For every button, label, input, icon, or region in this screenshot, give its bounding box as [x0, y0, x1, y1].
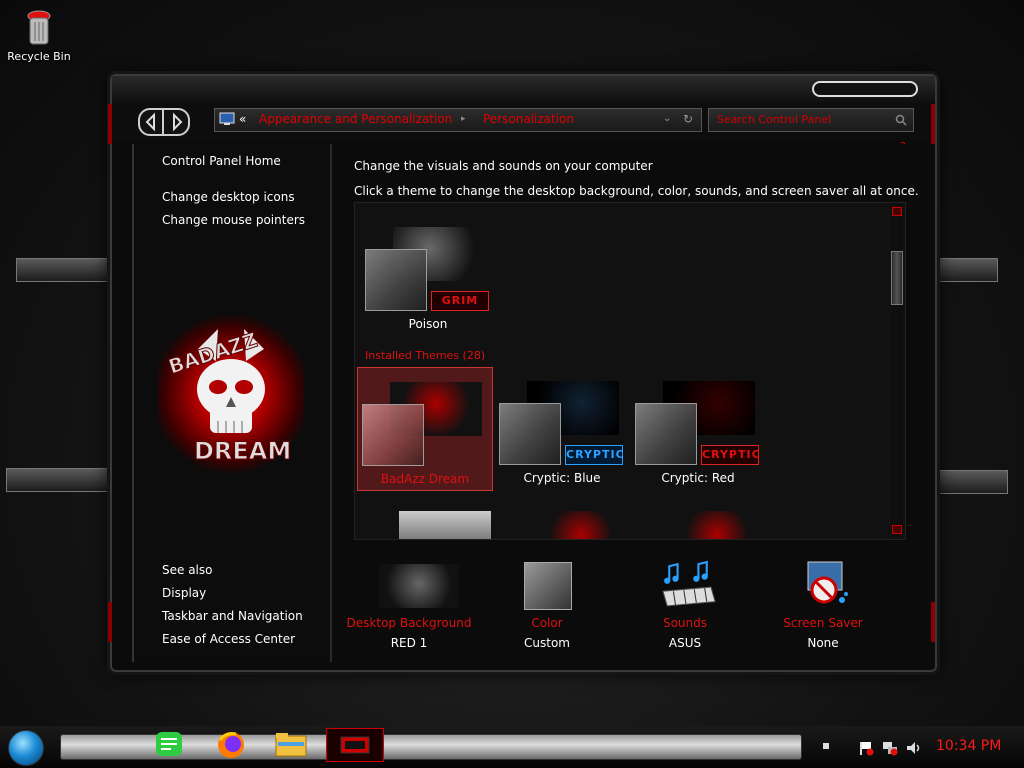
side-accent-left-bottom: [108, 602, 112, 642]
side-accent-right-bottom: [931, 602, 935, 642]
sidebar-change-mouse-pointers[interactable]: Change mouse pointers: [162, 213, 305, 227]
desktop-background-setting[interactable]: Desktop Background RED 1: [344, 560, 474, 656]
address-dropdown-icon[interactable]: ⌄: [663, 113, 671, 124]
theme-color-swatch: [499, 403, 561, 465]
taskbar-file-explorer[interactable]: [272, 728, 310, 760]
search-placeholder: Search Control Panel: [717, 113, 832, 126]
theme-badge: GRIM: [431, 291, 489, 311]
breadcrumb-separator: ▸: [461, 114, 466, 124]
title-bar[interactable]: [112, 76, 935, 104]
scroll-down-button[interactable]: [892, 525, 902, 534]
scroll-up-button[interactable]: [892, 207, 902, 216]
sounds-keyboard-icon: [662, 560, 716, 607]
personalization-window: « Appearance and Personalization ▸ Perso…: [108, 74, 937, 672]
taskbar-clock[interactable]: 10:34 PM: [936, 738, 1001, 754]
forward-arrow-icon: [173, 112, 183, 132]
volume-icon[interactable]: [905, 740, 921, 756]
sidebar-taskbar-navigation[interactable]: Taskbar and Navigation: [162, 609, 303, 623]
window-controls[interactable]: [812, 81, 918, 97]
desktop-background-value: RED 1: [390, 636, 428, 650]
theme-list[interactable]: GRIM Poison Installed Themes (28) BadAzz…: [354, 202, 906, 540]
sidebar-display[interactable]: Display: [162, 586, 206, 600]
taskbar-firefox[interactable]: [212, 728, 250, 760]
search-box[interactable]: Search Control Panel: [708, 108, 914, 132]
notes-app-icon: [156, 732, 182, 756]
main-content: Change the visuals and sounds on your co…: [344, 144, 924, 664]
sounds-setting[interactable]: Sounds ASUS: [620, 560, 750, 656]
color-swatch-icon: [524, 562, 572, 610]
theme-poison[interactable]: GRIM Poison: [361, 213, 495, 335]
theme-name: Poison: [408, 317, 448, 331]
theme-cryptic-blue[interactable]: CRYPTIC Cryptic: Blue: [495, 367, 629, 489]
theme-color-swatch: [362, 404, 424, 466]
show-hidden-icons[interactable]: [823, 743, 829, 749]
screen-saver-value: None: [807, 636, 839, 650]
theme-cryptic-red[interactable]: CRYPTIC Cryptic: Red: [631, 367, 765, 489]
page-heading: Change the visuals and sounds on your co…: [354, 159, 653, 173]
color-value: Custom: [524, 636, 570, 650]
taskbar-notes-app[interactable]: [150, 728, 188, 760]
breadcrumb-appearance[interactable]: Appearance and Personalization: [259, 112, 452, 126]
sidebar-ease-of-access[interactable]: Ease of Access Center: [162, 632, 295, 646]
desktop-deco-right-2: [936, 470, 1008, 494]
screen-saver-label: Screen Saver: [783, 616, 863, 630]
sounds-label: Sounds: [662, 616, 708, 630]
network-icon[interactable]: [882, 740, 898, 756]
theme-name: Cryptic: Red: [661, 471, 735, 485]
scroll-thumb[interactable]: [891, 251, 903, 305]
recycle-bin-icon: [27, 10, 51, 45]
theme-color-swatch: [365, 249, 427, 311]
sidebar-change-desktop-icons[interactable]: Change desktop icons: [162, 190, 295, 204]
file-explorer-icon: [275, 733, 307, 757]
breadcrumb-personalization[interactable]: Personalization: [483, 112, 574, 126]
sidebar: Control Panel Home Change desktop icons …: [132, 144, 332, 662]
back-arrow-icon: [145, 112, 155, 132]
taskbar-personalization-window[interactable]: [326, 728, 384, 762]
installed-themes-label: Installed Themes (28): [365, 349, 486, 362]
desktop-deco-left-1: [16, 258, 110, 282]
theme-name: BadAzz Dream: [380, 472, 470, 486]
theme-color-swatch: [635, 403, 697, 465]
search-icon[interactable]: [895, 114, 907, 126]
theme-badazz-dream[interactable]: BadAzz Dream: [357, 367, 493, 491]
recycle-bin-label: Recycle Bin: [7, 50, 71, 63]
sidebar-control-panel-home[interactable]: Control Panel Home: [162, 154, 281, 168]
action-center-flag-icon[interactable]: [858, 740, 874, 756]
side-accent-left-top: [108, 104, 112, 144]
color-label: Color: [531, 616, 563, 630]
theme-name: Cryptic: Blue: [523, 471, 601, 485]
color-setting[interactable]: Color Custom: [482, 560, 612, 656]
control-panel-icon: [219, 112, 235, 125]
screen-saver-setting[interactable]: Screen Saver None: [758, 560, 888, 656]
theme-badge: CRYPTIC: [701, 445, 760, 465]
desktop-deco-right-1: [936, 258, 998, 282]
address-prefix: «: [239, 112, 247, 126]
page-subheading: Click a theme to change the desktop back…: [354, 184, 919, 198]
sounds-value: ASUS: [668, 636, 702, 650]
side-accent-right-top: [931, 104, 935, 144]
forward-button[interactable]: [162, 108, 190, 136]
theme-partial-1[interactable]: [399, 511, 491, 539]
screen-saver-icon: [807, 561, 848, 604]
theme-partial-3[interactable]: [671, 511, 763, 539]
desktop-deco-left-2: [6, 468, 110, 492]
firefox-icon: [218, 732, 244, 758]
theme-list-scrollbar[interactable]: [891, 203, 903, 539]
address-bar[interactable]: « Appearance and Personalization ▸ Perso…: [214, 108, 702, 132]
start-button[interactable]: [8, 730, 44, 766]
theme-badge: CRYPTIC: [565, 445, 624, 465]
badazz-dream-logo: BADAZZ DREAM: [158, 309, 304, 479]
logo-bottom-text: DREAM: [194, 437, 291, 465]
taskbar: 10:34 PM: [0, 726, 1024, 768]
personalization-window-icon: [340, 736, 370, 754]
desktop-background-thumbnail: [379, 564, 459, 608]
desktop-background-label: Desktop Background: [346, 616, 472, 630]
navigation-bar: « Appearance and Personalization ▸ Perso…: [112, 104, 935, 140]
refresh-icon[interactable]: ↻: [683, 112, 693, 126]
recycle-bin[interactable]: Recycle Bin: [6, 8, 72, 76]
see-also-title: See also: [162, 563, 213, 577]
theme-partial-2[interactable]: [535, 511, 627, 539]
